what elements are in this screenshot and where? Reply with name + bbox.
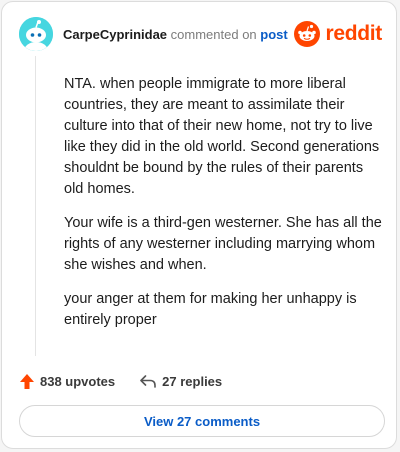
upvote-count: 838 upvotes — [40, 373, 116, 389]
comment-header: CarpeCyprinidae commented on post — [63, 27, 288, 43]
reddit-logo-icon — [294, 21, 321, 47]
comment-paragraph: NTA. when people immigrate to more liber… — [64, 76, 380, 197]
comment-card: CarpeCyprinidae commented on post reddit… — [1, 1, 397, 449]
reply-count: 27 replies — [162, 373, 223, 389]
avatar[interactable] — [19, 17, 53, 51]
snoo-avatar-icon — [19, 17, 53, 51]
upvote-button[interactable]: 838 upvotes — [19, 373, 115, 390]
reddit-brand[interactable]: reddit — [294, 21, 382, 47]
brand-wordmark: reddit — [325, 22, 382, 45]
comment-paragraph: Your wife is a third-gen westerner. She … — [64, 215, 382, 273]
username[interactable]: CarpeCyprinidae — [63, 27, 167, 42]
reply-button[interactable]: 27 replies — [139, 373, 222, 389]
comment-body: NTA. when people immigrate to more liber… — [64, 74, 382, 344]
action-bar: 838 upvotes 27 replies — [19, 370, 222, 392]
upvote-arrow-icon — [20, 373, 34, 389]
commented-on-label: commented on — [170, 27, 257, 42]
comment-paragraph: your anger at them for making her unhapp… — [64, 291, 357, 328]
reply-arrow-icon — [140, 375, 156, 388]
thread-line — [35, 56, 36, 356]
post-link[interactable]: post — [260, 27, 287, 42]
view-comments-button[interactable]: View 27 comments — [19, 405, 385, 437]
